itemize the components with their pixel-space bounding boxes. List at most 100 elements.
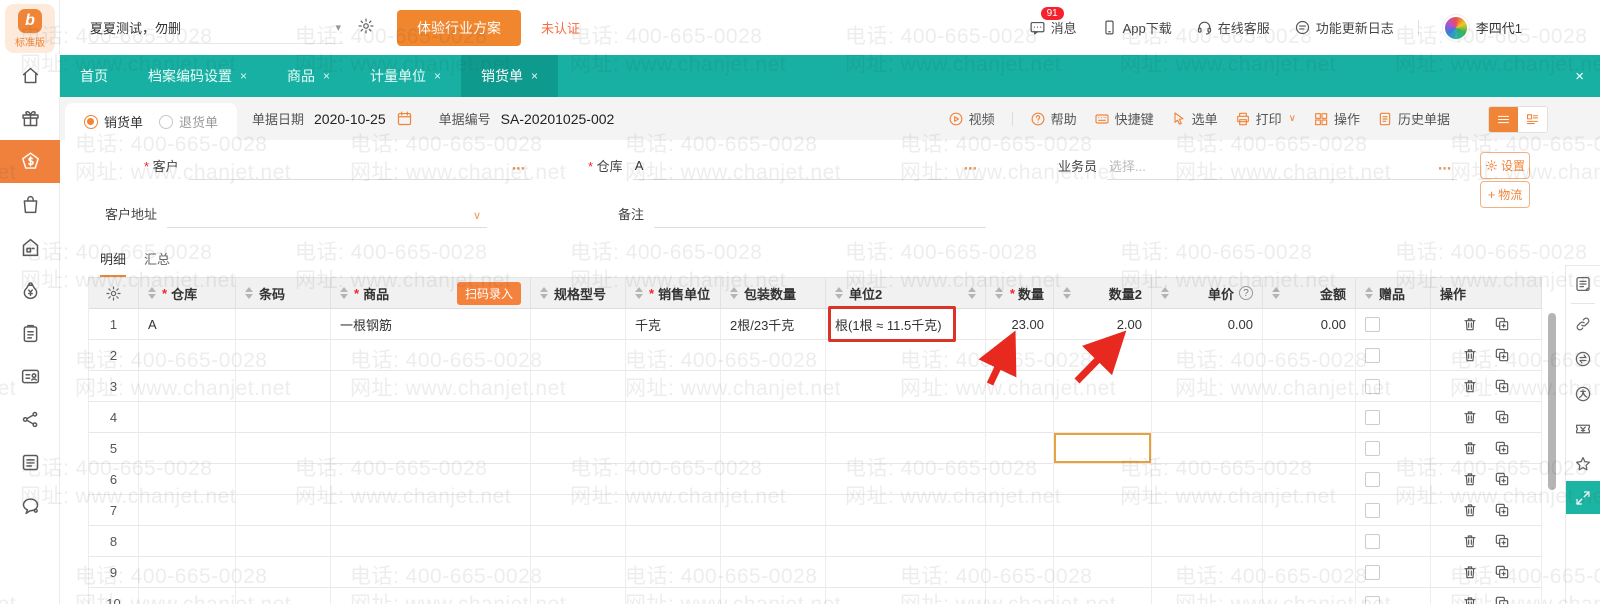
cell-amount[interactable] [1263,557,1356,588]
right-tool-link[interactable] [1566,306,1600,341]
cell-ops[interactable] [1431,309,1542,340]
cell-warehouse[interactable] [139,526,236,557]
customer-input[interactable]: ⋯ [188,152,531,180]
cell-product[interactable] [331,464,531,495]
gift-checkbox[interactable] [1365,347,1380,363]
settings-button[interactable]: 设置 [1480,152,1530,179]
copy-row-icon[interactable] [1494,347,1510,363]
cell-unit2[interactable] [826,402,986,433]
cell-price[interactable] [1152,495,1263,526]
cell-gift[interactable] [1356,526,1431,557]
cell-qty[interactable] [986,340,1054,371]
cell-sale_unit[interactable] [626,464,721,495]
cell-gift[interactable] [1356,309,1431,340]
sort-icon[interactable] [1365,287,1373,299]
col-header-warehouse[interactable]: * 仓库 [139,278,236,309]
radio-return-order[interactable]: 退货单 [159,112,218,131]
gift-checkbox[interactable] [1365,564,1380,580]
cell-amount[interactable] [1263,433,1356,464]
page-tab-计量单位[interactable]: 计量单位 × [350,55,461,97]
cell-sale_unit[interactable] [626,433,721,464]
cell-ops[interactable] [1431,495,1542,526]
gift-checkbox[interactable] [1365,502,1380,518]
cell-price[interactable] [1152,433,1263,464]
topbar-item-phone[interactable]: App下载 [1101,18,1172,37]
gift-checkbox[interactable] [1365,440,1380,456]
right-tool-star[interactable] [1566,446,1600,481]
cell-barcode[interactable] [236,588,331,604]
cell-price[interactable] [1152,588,1263,604]
cell-barcode[interactable] [236,495,331,526]
cell-unit2[interactable] [826,464,986,495]
cell-qty[interactable] [986,526,1054,557]
cell-price[interactable] [1152,340,1263,371]
sort-icon[interactable] [245,287,253,299]
cell-gift[interactable] [1356,340,1431,371]
cell-pack_qty[interactable] [721,557,826,588]
topbar-item-refresh[interactable]: 功能更新日志 [1294,18,1394,37]
tab-close-icon[interactable]: × [323,69,330,83]
cell-product[interactable]: 一根钢筋 [331,309,531,340]
cell-barcode[interactable] [236,402,331,433]
toolbar-cursor-button[interactable]: 选单 [1171,109,1218,128]
topbar-item-message[interactable]: 消息 91 [1029,7,1077,37]
cell-sale_unit[interactable] [626,340,721,371]
cell-spec[interactable] [531,557,626,588]
cell-product[interactable] [331,557,531,588]
cell-sale_unit[interactable] [626,526,721,557]
right-tool-expand[interactable] [1565,481,1600,514]
cell-product[interactable] [331,340,531,371]
sidebar-item-store[interactable] [0,226,60,269]
cell-qty[interactable]: 23.00 [986,309,1054,340]
cell-qty2[interactable]: 2.00 [1054,309,1152,340]
delete-row-icon[interactable] [1462,564,1478,580]
cell-amount[interactable] [1263,588,1356,604]
logistics-button[interactable]: + 物流 [1480,181,1530,208]
cell-ops[interactable] [1431,402,1542,433]
remark-input[interactable] [654,200,987,228]
cell-gift[interactable] [1356,495,1431,526]
cell-gift[interactable] [1356,588,1431,604]
toolbar-grid4-button[interactable]: 操作 [1313,109,1360,128]
cell-pack_qty[interactable] [721,588,826,604]
cell-qty2[interactable] [1054,526,1152,557]
sort-icon[interactable] [340,287,348,299]
cell-pack_qty[interactable] [721,526,826,557]
cell-ops[interactable] [1431,340,1542,371]
cell-unit2[interactable] [826,526,986,557]
cell-barcode[interactable] [236,309,331,340]
cell-barcode[interactable] [236,464,331,495]
cell-qty[interactable] [986,588,1054,604]
col-header-sale_unit[interactable]: * 销售单位 [626,278,721,309]
cell-unit2[interactable] [826,495,986,526]
sort-icon[interactable] [1161,287,1169,299]
list-view-button[interactable] [1489,107,1518,132]
sidebar-item-gift[interactable] [0,97,60,140]
cell-warehouse[interactable] [139,340,236,371]
gift-checkbox[interactable] [1365,316,1380,332]
toolbar-help-button[interactable]: 帮助 [1030,109,1077,128]
cell-spec[interactable] [531,495,626,526]
cell-barcode[interactable] [236,340,331,371]
topbar-item-headset[interactable]: 在线客服 [1196,18,1270,37]
col-header-pack_qty[interactable]: 包装数量 [721,278,826,309]
copy-row-icon[interactable] [1494,316,1510,332]
sidebar-item-news[interactable] [0,441,60,484]
delete-row-icon[interactable] [1462,502,1478,518]
delete-row-icon[interactable] [1462,316,1478,332]
col-header-gift[interactable]: 赠品 [1356,278,1431,309]
sort-icon[interactable] [995,287,1003,299]
col-header-product[interactable]: * 商品 扫码录入 [331,278,531,309]
cell-spec[interactable] [531,340,626,371]
cell-qty2[interactable] [1054,402,1152,433]
sidebar-item-home[interactable] [0,54,60,97]
table-settings-gear-icon[interactable] [105,285,122,302]
cell-price[interactable] [1152,557,1263,588]
delete-row-icon[interactable] [1462,471,1478,487]
cell-barcode[interactable] [236,371,331,402]
sort-icon[interactable] [835,287,843,299]
copy-row-icon[interactable] [1494,409,1510,425]
cell-sale_unit[interactable] [626,402,721,433]
gift-checkbox[interactable] [1365,409,1380,425]
cell-spec[interactable] [531,464,626,495]
